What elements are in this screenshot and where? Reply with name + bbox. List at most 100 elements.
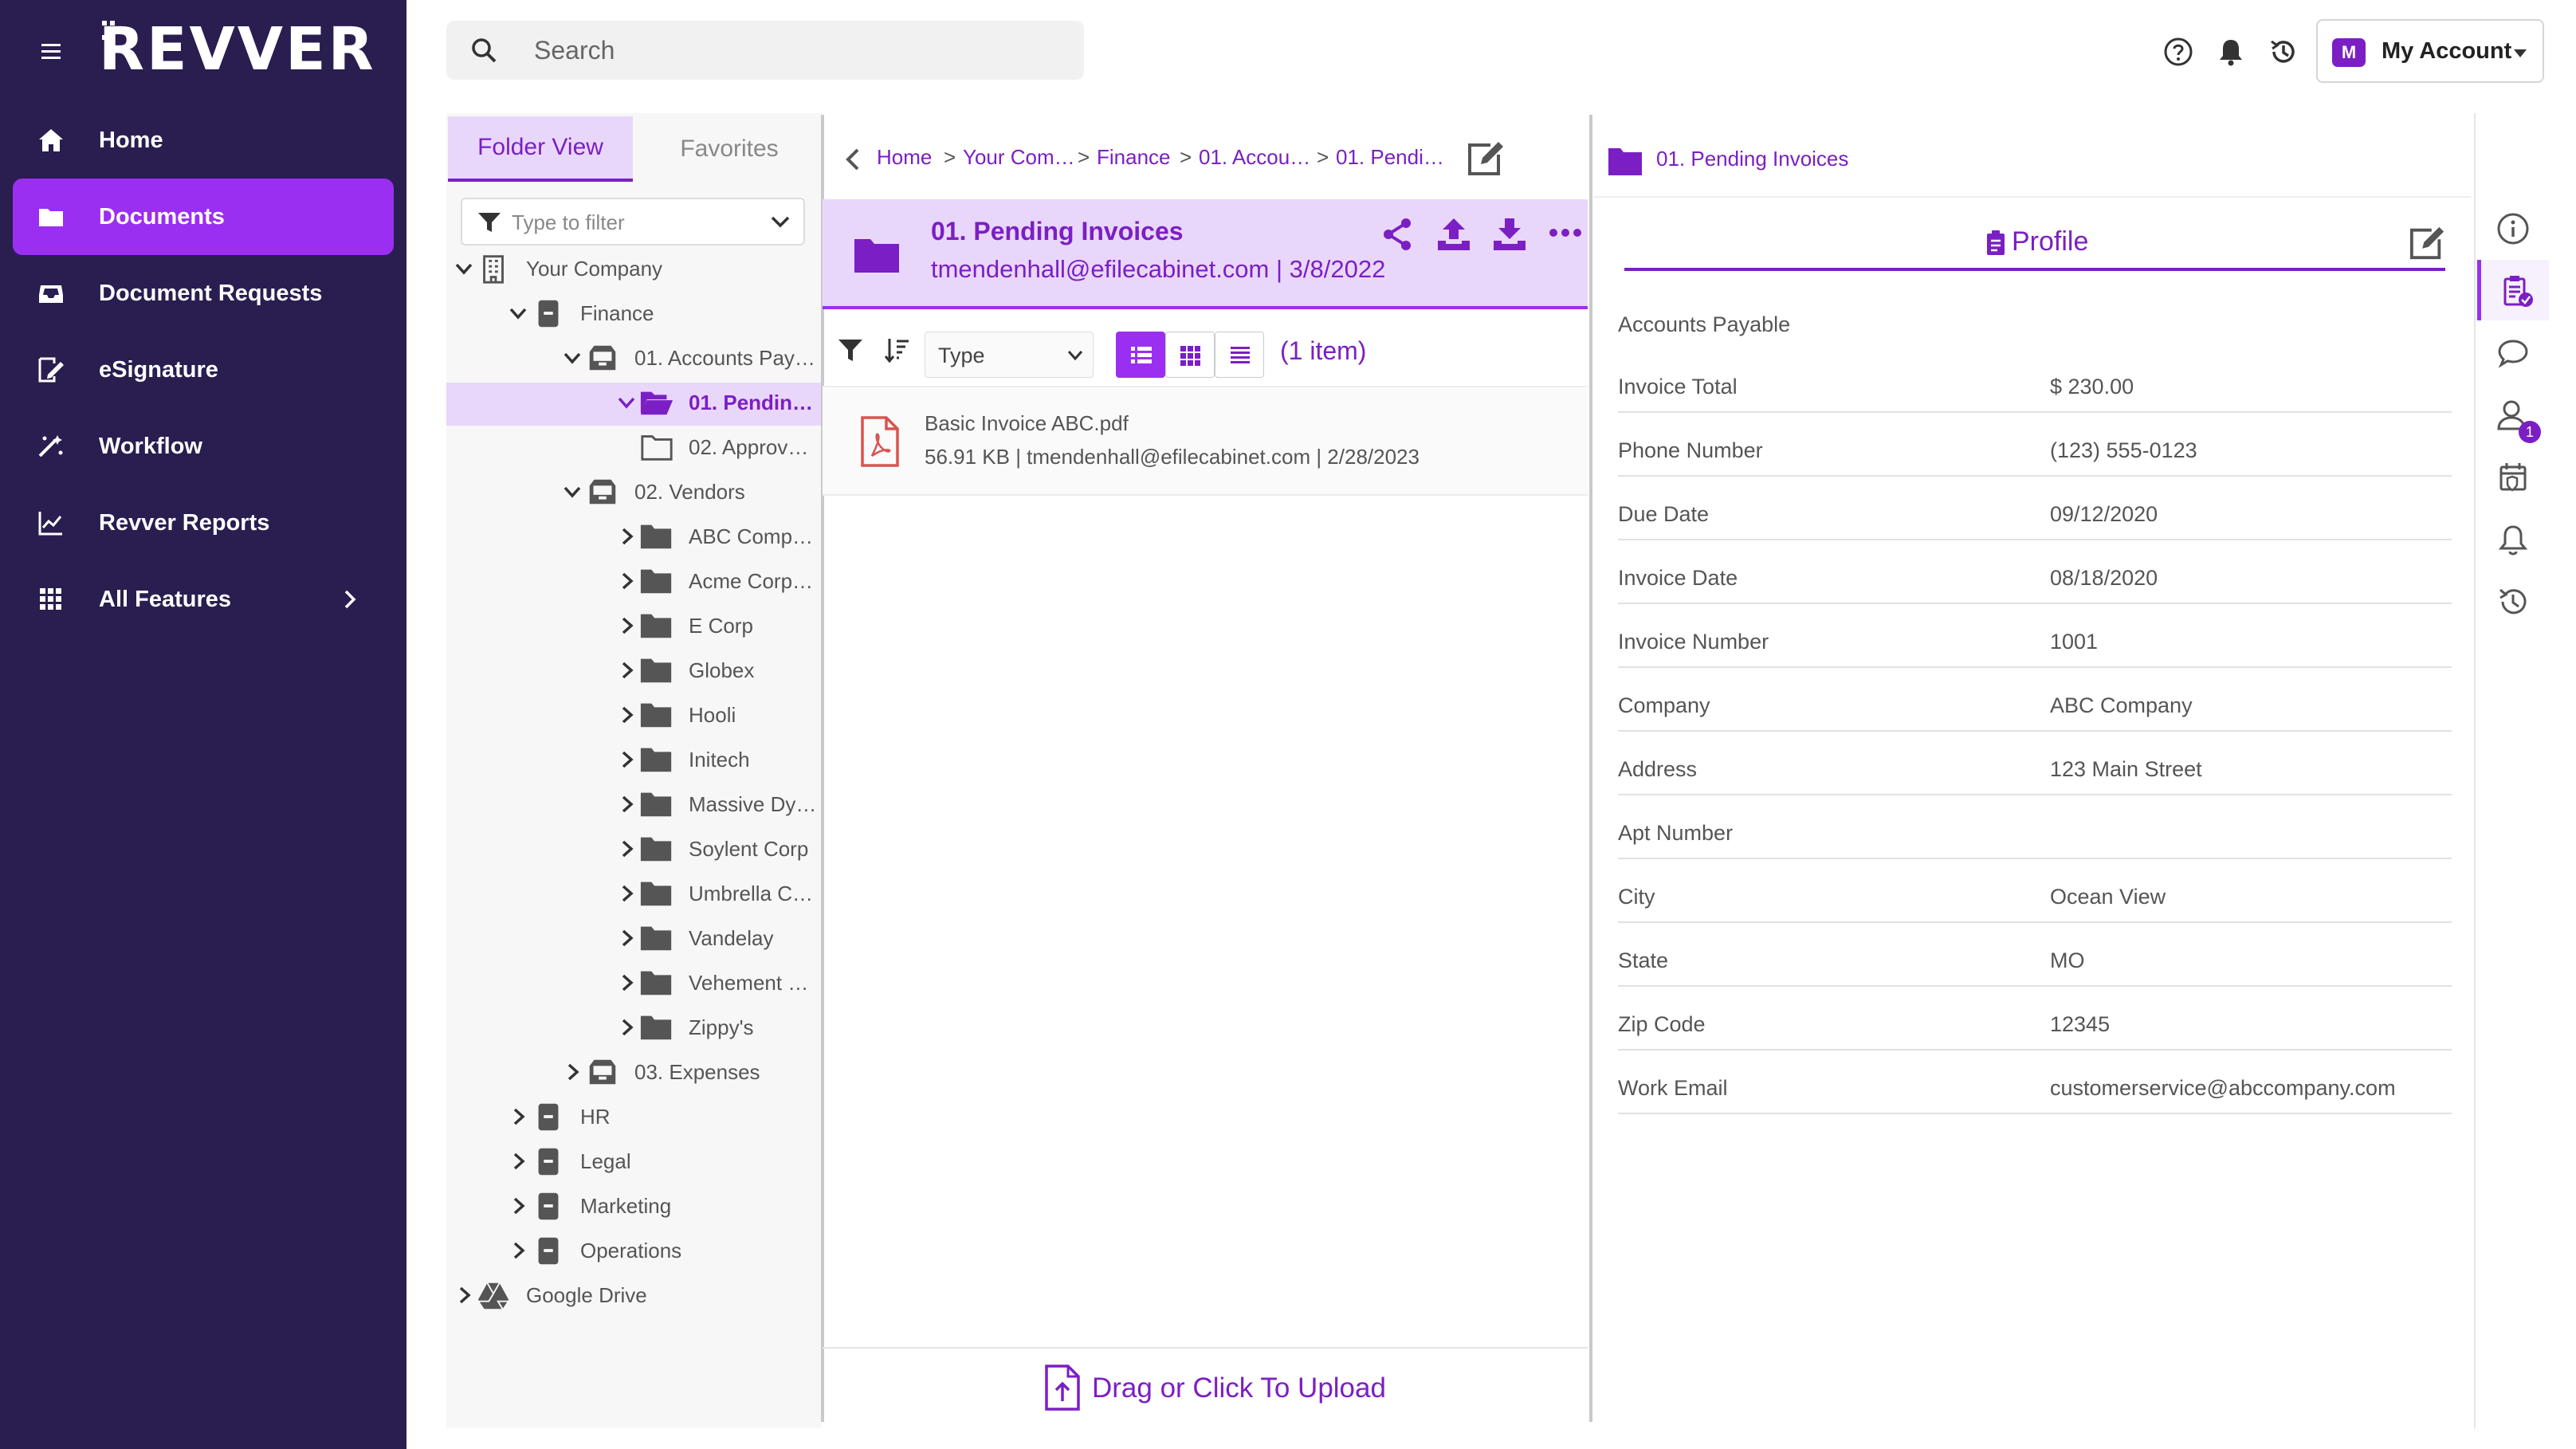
chevron-right-icon[interactable]	[509, 1241, 528, 1260]
edit-profile-icon[interactable]	[2409, 225, 2445, 261]
tree-item[interactable]: 02. Approved Invoices	[446, 427, 821, 470]
grid-view-button[interactable]	[1165, 332, 1215, 378]
tree-item[interactable]: E Corp	[446, 606, 821, 649]
tree-item[interactable]: Umbrella Corporati…	[446, 874, 821, 917]
tree-item[interactable]: Soylent Corp	[446, 829, 821, 872]
profile-button[interactable]	[2477, 260, 2549, 320]
chevron-down-icon[interactable]	[617, 393, 636, 412]
tree-item[interactable]: Initech	[446, 740, 821, 783]
sort-icon[interactable]	[883, 336, 910, 363]
tree-item[interactable]: ABC Company	[446, 516, 821, 560]
edit-icon[interactable]	[1467, 140, 1505, 177]
breadcrumb-your-company[interactable]: Your Com…	[963, 145, 1075, 170]
chevron-down-icon[interactable]	[454, 259, 473, 278]
chevron-right-icon[interactable]	[617, 884, 636, 903]
file-name[interactable]: Basic Invoice ABC.pdf	[925, 411, 1129, 436]
breadcrumb-finance[interactable]: Finance	[1097, 145, 1171, 170]
tree-item[interactable]: 02. Vendors	[446, 472, 821, 515]
nav-item-all-features[interactable]: All Features	[13, 561, 394, 638]
history-button[interactable]	[2477, 571, 2549, 631]
tree-item[interactable]: 03. Expenses	[446, 1052, 821, 1095]
permissions-button[interactable]: 1	[2477, 384, 2549, 445]
nav-item-documents[interactable]: Documents	[13, 179, 394, 255]
chevron-right-icon[interactable]	[509, 1152, 528, 1171]
item-count: (1 item)	[1280, 336, 1367, 365]
tree-item[interactable]: Google Drive	[446, 1275, 821, 1318]
nav-item-home[interactable]: Home	[13, 102, 394, 179]
share-icon[interactable]	[1380, 217, 1416, 252]
compact-view-button[interactable]	[1215, 332, 1264, 378]
breadcrumb-pending-invoices[interactable]: 01. Pendi…	[1336, 145, 1444, 170]
notifications-button[interactable]	[2477, 509, 2549, 569]
global-search[interactable]	[446, 21, 1084, 80]
search-input[interactable]	[534, 30, 1060, 70]
tree-filter-input[interactable]	[512, 207, 751, 238]
chevron-right-icon[interactable]	[617, 527, 636, 546]
panel-divider[interactable]	[1589, 115, 1592, 1422]
tree-item[interactable]: Acme Corporation	[446, 561, 821, 604]
chevron-right-icon[interactable]	[509, 1107, 528, 1126]
chevron-down-icon[interactable]	[563, 482, 582, 501]
bell-icon[interactable]	[2216, 37, 2246, 67]
revver-logo[interactable]: REVVER	[99, 15, 376, 84]
chevron-down-icon[interactable]	[770, 214, 791, 230]
account-menu-button[interactable]: M My Account	[2316, 19, 2544, 83]
tree-item[interactable]: Vehement Capital P…	[446, 963, 821, 1006]
upload-icon[interactable]	[1436, 217, 1471, 252]
tree-item[interactable]: HR	[446, 1097, 821, 1140]
sort-type-select[interactable]: Type	[925, 332, 1094, 378]
tree-item[interactable]: Legal	[446, 1141, 821, 1184]
chevron-down-icon[interactable]	[509, 304, 528, 323]
info-button[interactable]	[2477, 198, 2549, 258]
help-icon[interactable]	[2163, 37, 2193, 67]
retention-button[interactable]	[2477, 446, 2549, 507]
tree-item[interactable]: Massive Dynamic	[446, 784, 821, 827]
tree-item[interactable]: Finance	[446, 293, 821, 336]
upload-dropzone[interactable]: Drag or Click To Upload	[823, 1347, 1588, 1427]
list-view-button[interactable]	[1116, 332, 1165, 378]
chevron-right-icon[interactable]	[617, 1018, 636, 1037]
tree-item[interactable]: 01. Pending Invoices	[446, 383, 821, 426]
chevron-right-icon[interactable]	[617, 750, 636, 769]
tree-item[interactable]: Operations	[446, 1231, 821, 1274]
nav-item-revver-reports[interactable]: Revver Reports	[13, 485, 394, 561]
tree-item[interactable]: Globex	[446, 650, 821, 693]
breadcrumb-accounts-payable[interactable]: 01. Accou…	[1199, 145, 1310, 170]
tree-item-label: Legal	[580, 1149, 631, 1173]
chevron-right-icon[interactable]	[617, 571, 636, 591]
chevron-right-icon[interactable]	[617, 795, 636, 814]
tree-item[interactable]: 01. Accounts Payable	[446, 338, 821, 381]
filter-icon[interactable]	[837, 336, 864, 363]
menu-icon[interactable]	[40, 40, 62, 62]
tree-item[interactable]: Marketing	[446, 1186, 821, 1229]
back-chevron-icon[interactable]	[843, 147, 861, 172]
more-options-icon[interactable]	[1548, 217, 1583, 252]
breadcrumb-home[interactable]: Home	[877, 145, 932, 170]
folder-icon	[854, 239, 899, 273]
tree-filter[interactable]	[461, 198, 805, 245]
tab-folder-view[interactable]: Folder View	[448, 116, 633, 182]
chevron-down-icon[interactable]	[563, 348, 582, 367]
chevron-right-icon[interactable]	[617, 929, 636, 948]
chevron-right-icon[interactable]	[509, 1196, 528, 1215]
tree-item[interactable]: Hooli	[446, 695, 821, 738]
tree-item[interactable]: Vandelay	[446, 918, 821, 961]
chevron-right-icon[interactable]	[617, 839, 636, 858]
comments-button[interactable]	[2477, 322, 2549, 383]
tree-item[interactable]: Zippy's	[446, 1007, 821, 1050]
tab-profile[interactable]: Profile	[1624, 218, 2445, 271]
chevron-right-icon[interactable]	[617, 973, 636, 992]
chevron-right-icon[interactable]	[617, 616, 636, 635]
tree-item[interactable]: Your Company	[446, 249, 821, 292]
nav-item-esignature[interactable]: eSignature	[13, 332, 394, 408]
nav-item-workflow[interactable]: Workflow	[13, 408, 394, 485]
tab-favorites[interactable]: Favorites	[639, 116, 819, 182]
download-icon[interactable]	[1492, 217, 1527, 252]
nav-item-document-requests[interactable]: Document Requests	[13, 255, 394, 332]
chevron-right-icon[interactable]	[617, 705, 636, 724]
chevron-right-icon[interactable]	[454, 1286, 473, 1305]
chevron-right-icon[interactable]	[563, 1062, 582, 1082]
chevron-right-icon[interactable]	[617, 661, 636, 680]
file-list-item[interactable]: Basic Invoice ABC.pdf 56.91 KB | tmenden…	[823, 387, 1588, 496]
history-icon[interactable]	[2268, 37, 2299, 67]
